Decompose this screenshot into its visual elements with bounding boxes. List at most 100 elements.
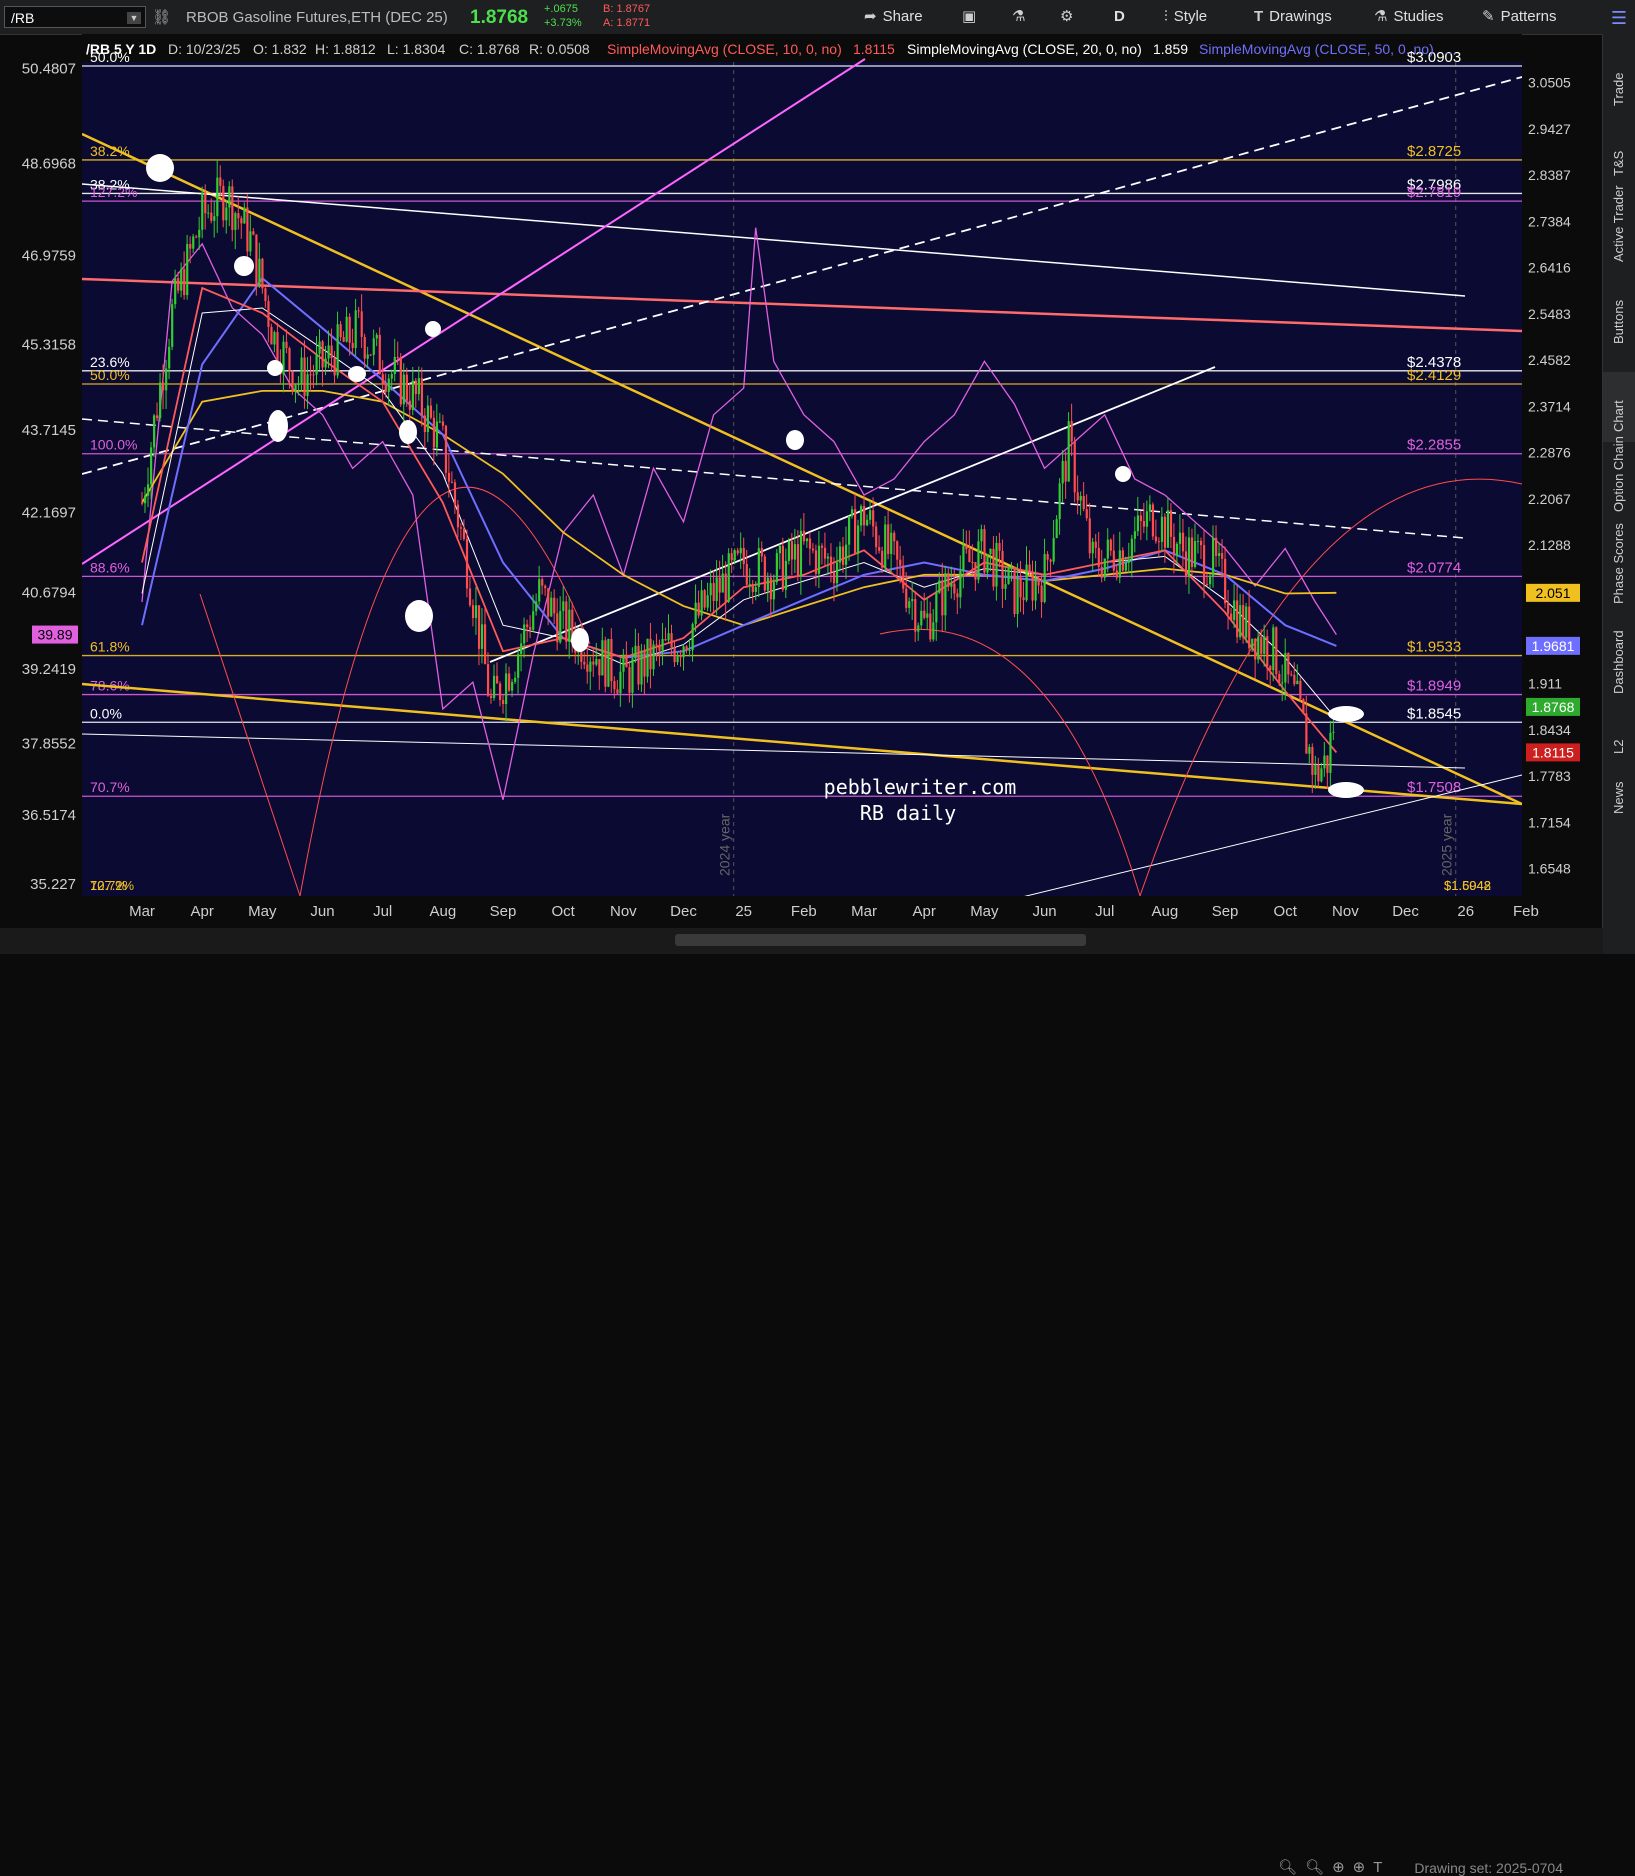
symbol-text: /RB — [11, 10, 35, 26]
zoom-controls[interactable]: 🔍︎🔍︎⊕⊕T — [1278, 1858, 1390, 1876]
sidebar-tab-phase-scores[interactable]: Phase Scores — [1603, 523, 1635, 614]
x-tick: Jul — [373, 903, 392, 920]
price-candle — [878, 547, 881, 551]
price-candle — [411, 380, 414, 410]
price-candle — [935, 592, 938, 623]
price-candle — [483, 624, 487, 665]
drawings-button[interactable]: T Drawings — [1254, 6, 1332, 28]
anchor-marker — [348, 366, 366, 382]
price-candle — [974, 562, 977, 580]
price-candle — [793, 544, 797, 560]
price-candle — [881, 550, 884, 568]
price-candle — [496, 675, 499, 684]
header-readout: D: 10/23/25 — [168, 41, 241, 57]
price-candle — [1187, 537, 1191, 577]
price-candle — [291, 371, 294, 392]
price-candle — [1115, 570, 1118, 578]
symbol-dropdown-icon[interactable]: ▼ — [127, 12, 141, 24]
price-candle — [396, 356, 399, 358]
anchor-marker — [234, 256, 254, 276]
price-candle — [896, 541, 899, 560]
y-left-tick: 40.6794 — [22, 584, 76, 601]
symbol-input[interactable]: /RB ▼ — [4, 6, 146, 28]
price-candle — [330, 345, 333, 359]
anchor-marker — [1328, 706, 1364, 722]
style-button[interactable]: ⫶ Style — [1164, 6, 1207, 28]
price-candle — [1058, 483, 1061, 520]
price-candle — [1091, 541, 1094, 554]
time-scrollbar[interactable]: 🔍︎🔍︎⊕⊕T Drawing set: 2025-0704 — [0, 928, 1603, 1876]
timeframe-button[interactable]: D — [1114, 6, 1125, 28]
price-candle — [180, 269, 183, 291]
price-chart[interactable]: 2024 year 2025 year$3.090350.0%$2.872538.… — [0, 34, 1603, 928]
level-fib-label: 61.8% — [90, 639, 130, 655]
price-candle — [1070, 421, 1073, 442]
price-candle — [354, 310, 357, 348]
price-candle — [1085, 509, 1088, 519]
price-candle — [547, 588, 550, 617]
price-candle — [306, 374, 309, 396]
sidebar-tab-label: Buttons — [1611, 299, 1626, 344]
price-candle — [228, 186, 231, 208]
link-icon[interactable]: ⛓ — [152, 8, 171, 26]
price-candle — [348, 316, 351, 343]
price-candle — [1166, 510, 1170, 548]
price-candle — [1067, 421, 1070, 482]
price-candle — [980, 529, 983, 542]
sidebar-tab-news[interactable]: News — [1603, 754, 1635, 824]
price-candle — [1079, 496, 1082, 501]
sidebar-tab-option-chain[interactable]: Option Chain — [1603, 436, 1635, 522]
price-candle — [324, 358, 327, 368]
price-candle — [1013, 566, 1016, 614]
price-candle — [492, 675, 496, 699]
top-toolbar: /RB ▼ ⛓ RBOB Gasoline Futures,ETH (DEC 2… — [0, 0, 1635, 35]
price-candle — [1236, 600, 1239, 638]
price-candle — [357, 310, 360, 312]
header-readout: SimpleMovingAvg (CLOSE, 50, 0, no) — [1199, 41, 1434, 57]
snapshot-button[interactable]: ▣ — [962, 6, 982, 28]
price-candle — [944, 573, 947, 616]
price-candle — [556, 613, 559, 643]
price-candle — [869, 510, 872, 520]
y-right-tick: 2.1288 — [1528, 537, 1571, 553]
x-tick: Sep — [490, 903, 517, 920]
price-candle — [474, 605, 478, 618]
price-candle — [893, 532, 896, 542]
sidebar-tab-trade[interactable]: Trade — [1603, 46, 1635, 116]
y-left-tick: 43.7145 — [22, 422, 76, 439]
patterns-button[interactable]: ✎ Patterns — [1482, 6, 1556, 28]
price-candle — [1175, 543, 1179, 556]
header-readout: O: 1.832 — [253, 41, 307, 57]
percent-change: +3.73% — [544, 17, 582, 29]
menu-icon[interactable]: ☰ — [1611, 8, 1627, 29]
y-right-tick: 1.7154 — [1528, 814, 1571, 830]
price-candle — [902, 565, 905, 589]
price-candle — [165, 368, 168, 391]
price-candle — [1218, 553, 1221, 556]
sidebar-tab-active-trader[interactable]: Active Trader — [1603, 185, 1635, 272]
sidebar-tab-buttons[interactable]: Buttons — [1603, 284, 1635, 354]
x-tick: Mar — [129, 903, 155, 920]
scroll-thumb[interactable] — [675, 934, 1086, 946]
price-candle — [1224, 558, 1227, 604]
price-candle — [863, 506, 866, 526]
share-button[interactable]: ➦ Share — [864, 6, 923, 28]
left-axis-bg — [0, 62, 82, 896]
price-candle — [628, 667, 631, 693]
price-candle — [727, 553, 730, 602]
price-candle — [1046, 554, 1049, 560]
price-candle — [1178, 532, 1182, 544]
sidebar-tab-chart[interactable]: Chart — [1603, 372, 1635, 442]
price-candle — [417, 378, 420, 395]
price-candle — [438, 421, 442, 423]
studies-button[interactable]: ⚗ Studies — [1374, 6, 1444, 28]
share-icon: ➦ — [864, 8, 877, 25]
flask-button[interactable]: ⚗ — [1012, 6, 1031, 28]
header-readout: SimpleMovingAvg (CLOSE, 10, 0, no) — [607, 41, 842, 57]
sidebar-tab-t-s[interactable]: T&S — [1603, 116, 1635, 186]
x-tick: Apr — [913, 903, 936, 920]
header-readout: /RB 5 Y 1D — [86, 41, 156, 57]
net-change: +.0675 — [544, 3, 578, 15]
price-candle — [231, 186, 234, 230]
settings-button[interactable]: ⚙ — [1060, 6, 1079, 28]
